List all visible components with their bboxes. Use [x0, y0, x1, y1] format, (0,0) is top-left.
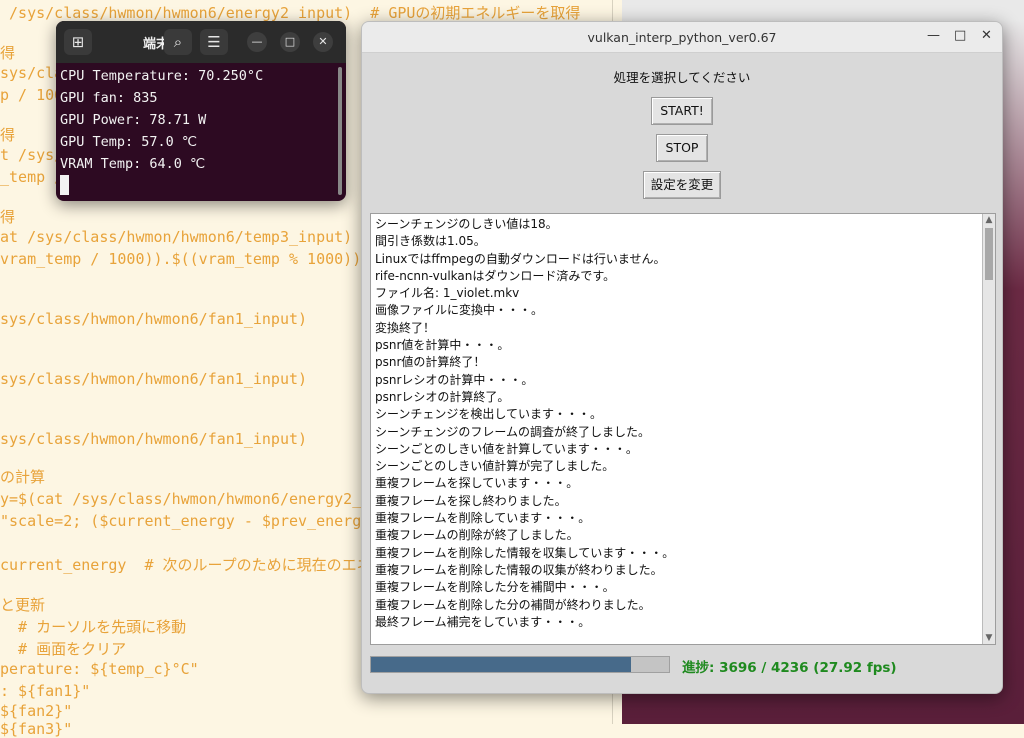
- progress-fill: [371, 657, 632, 672]
- close-icon[interactable]: ✕: [313, 32, 333, 52]
- editor-line: : ${fan1}": [0, 682, 91, 700]
- terminal-line: GPU fan: 835: [60, 90, 158, 106]
- editor-line: # カーソルを先頭に移動: [0, 618, 187, 636]
- app-title: vulkan_interp_python_ver0.67: [587, 30, 777, 45]
- log-line: 変換終了！: [375, 320, 436, 335]
- editor-line: _temp /: [0, 168, 64, 186]
- log-textbox[interactable]: シーンチェンジのしきい値は18。 間引き係数は1.05。 Linuxではffmp…: [370, 213, 996, 645]
- editor-line: # 画面をクリア: [0, 640, 127, 658]
- terminal-line: GPU Power: 78.71 W: [60, 112, 207, 128]
- log-line: rife-ncnn-vulkanはダウンロード済みです。: [375, 268, 616, 283]
- log-line: ファイル名: 1_violet.mkv: [375, 286, 520, 301]
- log-line: シーンごとのしきい値計算が完了しました。: [375, 459, 615, 474]
- editor-line: ${fan3}": [0, 720, 73, 738]
- log-line: シーンごとのしきい値を計算しています・・・。: [375, 441, 638, 456]
- scroll-up-icon[interactable]: ▲: [984, 215, 994, 225]
- terminal-cursor: [60, 175, 69, 195]
- log-line: 間引き係数は1.05。: [375, 234, 486, 249]
- terminal-line: GPU Temp: 57.0 ℃: [60, 134, 198, 150]
- scrollbar-thumb[interactable]: [985, 228, 993, 280]
- log-line: 重複フレームを削除した情報を収集しています・・・。: [375, 545, 675, 560]
- editor-line: current_energy # 次のループのために現在のエネル: [0, 556, 387, 574]
- change-settings-button[interactable]: 設定を変更: [643, 171, 721, 199]
- log-scrollbar[interactable]: ▲ ▼: [982, 214, 995, 644]
- editor-line: "scale=2; ($current_energy - $prev_energ…: [0, 512, 380, 530]
- maximize-icon[interactable]: □: [280, 32, 300, 52]
- minimize-icon[interactable]: —: [247, 32, 267, 52]
- editor-line: p / 100: [0, 86, 64, 104]
- terminal-scrollbar[interactable]: [338, 67, 342, 195]
- log-line: 重複フレームを削除した分の補間が終わりました。: [375, 597, 651, 612]
- log-line: 重複フレームを探し終わりました。: [375, 493, 567, 508]
- editor-line: t /sys/: [0, 146, 64, 164]
- log-line: 画像ファイルに変換中・・・。: [375, 303, 544, 318]
- log-line: Linuxではffmpegの自動ダウンロードは行いません。: [375, 251, 666, 266]
- terminal-line: CPU Temperature: 70.250°C: [60, 68, 264, 84]
- editor-line: 得: [0, 126, 16, 144]
- log-line: シーンチェンジのフレームの調査が終了しました。: [375, 424, 651, 439]
- log-line: 重複フレームを削除しています・・・。: [375, 511, 591, 526]
- log-line: psnrレシオの計算中・・・。: [375, 372, 534, 387]
- log-line: psnr値を計算中・・・。: [375, 338, 510, 353]
- log-line: psnr値の計算終了！: [375, 355, 486, 370]
- editor-line: 得: [0, 44, 16, 62]
- menu-icon[interactable]: ☰: [200, 29, 228, 55]
- editor-line: と更新: [0, 596, 46, 614]
- instruction-label: 処理を選択してください: [613, 70, 751, 85]
- log-line: シーンチェンジを検出しています・・・。: [375, 407, 603, 422]
- log-line: 重複フレームの削除が終了しました。: [375, 528, 579, 543]
- new-tab-icon[interactable]: ⊞: [64, 29, 92, 55]
- editor-line: ${fan2}": [0, 702, 73, 720]
- terminal-line: VRAM Temp: 64.0 ℃: [60, 156, 206, 172]
- terminal-window[interactable]: ⊞ 端末 ⌕ ☰ — □ ✕ CPU Temperature: 70.250°C…: [56, 21, 346, 201]
- editor-line: at /sys/class/hwmon/hwmon6/temp3_input): [0, 228, 353, 246]
- app-titlebar[interactable]: vulkan_interp_python_ver0.67 — □ ✕: [362, 22, 1002, 53]
- minimize-icon[interactable]: —: [927, 28, 940, 43]
- log-line: psnrレシオの計算終了。: [375, 389, 510, 404]
- app-window[interactable]: vulkan_interp_python_ver0.67 — □ ✕ 処理を選択…: [361, 21, 1003, 694]
- log-line: シーンチェンジのしきい値は18。: [375, 217, 558, 231]
- maximize-icon[interactable]: □: [954, 28, 966, 43]
- editor-line: y=$(cat /sys/class/hwmon/hwmon6/energy2_…: [0, 490, 389, 508]
- progress-bar: [370, 656, 670, 673]
- editor-line: 得: [0, 208, 16, 226]
- editor-line: vram_temp / 1000)).$((vram_temp % 1000)): [0, 250, 362, 268]
- log-line: 重複フレームを探しています・・・。: [375, 476, 579, 491]
- editor-line: perature: ${temp_c}°C": [0, 660, 199, 678]
- scroll-down-icon[interactable]: ▼: [984, 633, 994, 643]
- search-icon[interactable]: ⌕: [164, 29, 192, 55]
- log-line: 重複フレームを削除した分を補間中・・・。: [375, 580, 615, 595]
- terminal-headerbar: ⊞ 端末 ⌕ ☰ — □ ✕: [56, 21, 346, 63]
- log-line: 最終フレーム補完をしています・・・。: [375, 614, 591, 629]
- editor-line: sys/class/hwmon/hwmon6/fan1_input): [0, 310, 308, 328]
- terminal-output[interactable]: CPU Temperature: 70.250°C GPU fan: 835 G…: [56, 63, 346, 199]
- start-button[interactable]: START!: [651, 97, 713, 125]
- close-icon[interactable]: ✕: [981, 28, 992, 43]
- log-line: 重複フレームを削除した情報の収集が終わりました。: [375, 562, 663, 577]
- progress-label: 進捗: 3696 / 4236 (27.92 fps): [682, 660, 897, 676]
- editor-line: /sys/class/hwmon/hwmon6/energy2_input) #…: [0, 4, 581, 22]
- editor-line: sys/class/hwmon/hwmon6/fan1_input): [0, 430, 308, 448]
- stop-button[interactable]: STOP: [656, 134, 708, 162]
- editor-line: の計算: [0, 468, 46, 486]
- editor-line: sys/class/hwmon/hwmon6/fan1_input): [0, 370, 308, 388]
